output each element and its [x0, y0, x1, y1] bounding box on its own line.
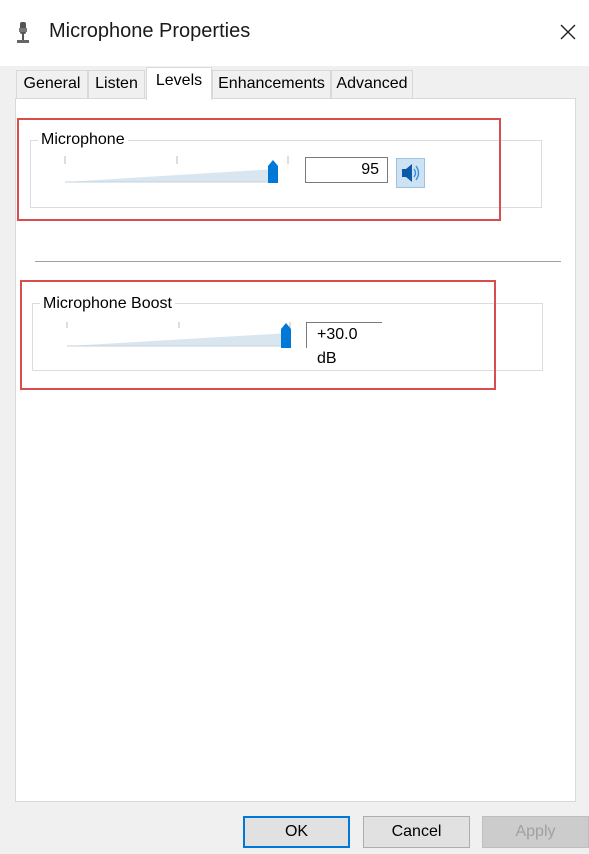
divider: [35, 261, 561, 262]
tab-strip: General Listen Levels Enhancements Advan…: [16, 67, 573, 100]
highlight-box-microphone: [17, 118, 501, 221]
tab-listen[interactable]: Listen: [88, 70, 145, 98]
apply-button[interactable]: Apply: [482, 816, 589, 848]
microphone-icon: [17, 22, 29, 43]
close-icon: [560, 24, 576, 40]
highlight-box-boost: [20, 280, 496, 390]
tab-general[interactable]: General: [16, 70, 88, 98]
close-button[interactable]: [548, 12, 588, 52]
tab-advanced[interactable]: Advanced: [331, 70, 413, 98]
window-title: Microphone Properties: [49, 20, 251, 42]
tab-levels[interactable]: Levels: [146, 67, 212, 100]
cancel-button[interactable]: Cancel: [363, 816, 470, 848]
tab-enhancements[interactable]: Enhancements: [212, 70, 331, 98]
ok-button[interactable]: OK: [243, 816, 350, 848]
title-bar: Microphone Properties: [0, 0, 589, 66]
